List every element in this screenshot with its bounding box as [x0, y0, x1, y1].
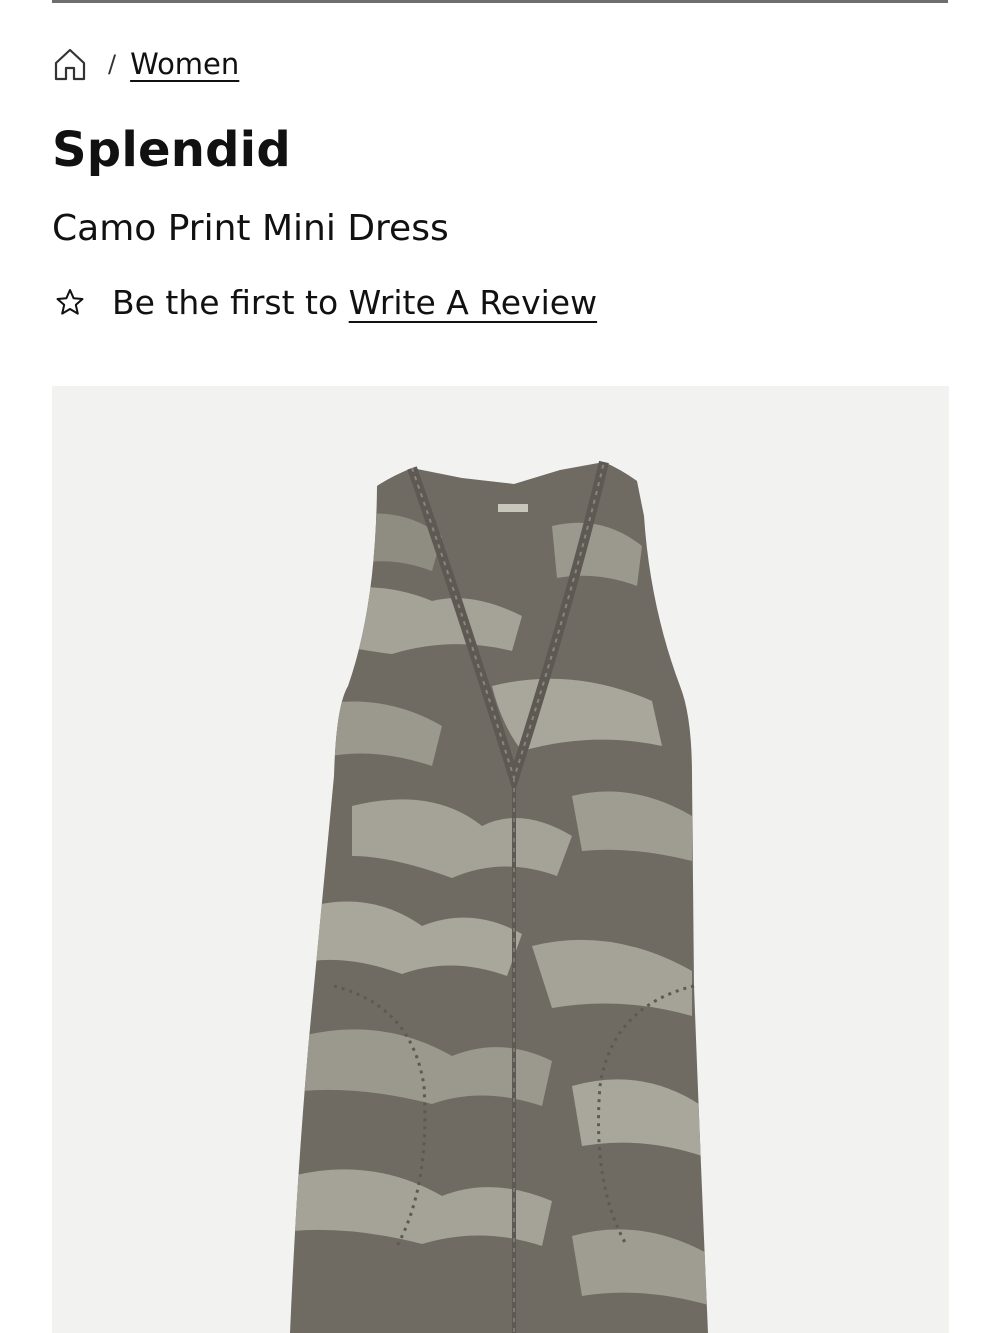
breadcrumb: / Women: [52, 42, 239, 86]
review-prefix-text: Be the first to: [112, 282, 349, 322]
write-review-link[interactable]: Write A Review: [349, 283, 597, 322]
camo-dress-image: [290, 460, 708, 1333]
review-prompt: Be the first to Write A Review: [52, 278, 597, 326]
product-title: Camo Print Mini Dress: [52, 208, 449, 249]
home-icon: [54, 48, 86, 81]
breadcrumb-separator: /: [108, 50, 117, 78]
breadcrumb-women-link[interactable]: Women: [130, 47, 239, 81]
breadcrumb-home-link[interactable]: [50, 42, 90, 86]
top-divider: [52, 0, 948, 3]
product-image[interactable]: [52, 386, 949, 1333]
product-brand[interactable]: Splendid: [52, 122, 291, 178]
star-outline-icon: [52, 284, 88, 320]
